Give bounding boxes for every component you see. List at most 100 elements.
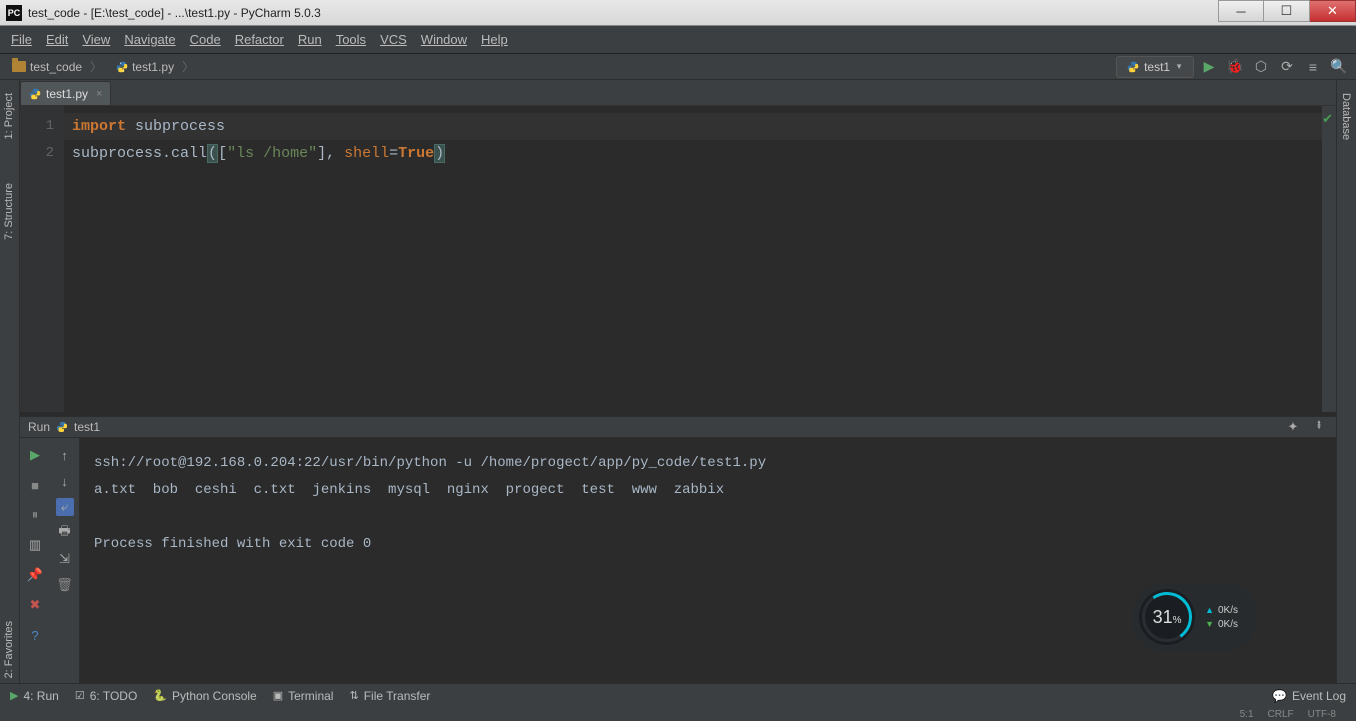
breadcrumb-sep-icon: 〉 (90, 58, 102, 75)
tool-tab-filetransfer[interactable]: ⇅File Transfer (349, 689, 430, 703)
close-tab-icon[interactable]: × (96, 88, 102, 100)
run-tool-title: Run (28, 420, 50, 434)
menu-edit[interactable]: Edit (39, 32, 75, 47)
layout-button[interactable]: ▥ (26, 536, 44, 554)
python-icon (116, 61, 128, 73)
stop-button[interactable]: ■ (26, 476, 44, 494)
sidebar-tab-database[interactable]: Database (1337, 85, 1355, 148)
menu-vcs[interactable]: VCS (373, 32, 414, 47)
run-action-column: ▶ ■ ⏸ ▥ 📌 ✖ ? (20, 438, 50, 691)
arrow-down-icon: ▼ (1205, 619, 1214, 629)
breadcrumb-file[interactable]: test1.py 〉 (110, 58, 200, 75)
editor-tab-test1[interactable]: test1.py × (20, 81, 111, 105)
minimize-button[interactable]: ─ (1218, 0, 1264, 22)
debug-button[interactable]: 🐞 (1224, 56, 1246, 78)
left-tool-strip: 1: Project 7: Structure 2: Favorites (0, 80, 20, 691)
cpu-dial: 31% (1139, 589, 1195, 645)
breadcrumb-project-label: test_code (30, 60, 82, 74)
status-pos[interactable]: 5:1 (1240, 709, 1254, 720)
editor-tabbar: test1.py × (0, 80, 1356, 106)
terminal-icon: ▣ (273, 689, 283, 702)
menu-window[interactable]: Window (414, 32, 474, 47)
gutter-line: 2 (20, 140, 54, 167)
sidebar-tab-favorites[interactable]: 2: Favorites (0, 613, 18, 686)
python-icon: 🐍 (153, 689, 167, 702)
run-config-label: test1 (1144, 60, 1170, 74)
console-output[interactable]: ssh://root@192.168.0.204:22/usr/bin/pyth… (80, 438, 1336, 691)
nav-toolbar: test_code 〉 test1.py 〉 test1 ▼ ▶ 🐞 ⬡ ⟳ ≡… (0, 54, 1356, 80)
menu-tools[interactable]: Tools (329, 32, 373, 47)
menu-code[interactable]: Code (183, 32, 228, 47)
pause-button[interactable]: ⏸ (26, 506, 44, 524)
console-line: Process finished with exit code 0 (94, 536, 371, 552)
update-button[interactable]: ⟳ (1276, 56, 1298, 78)
scroll-end-button[interactable]: ⇲ (56, 550, 74, 568)
menu-file[interactable]: File (4, 32, 39, 47)
editor-code[interactable]: import subprocess subprocess.call(["ls /… (64, 106, 1322, 412)
run-config-selector[interactable]: test1 ▼ (1116, 56, 1194, 78)
status-bar: 5:1 CRLF UTF-8 (0, 707, 1356, 721)
pin-button[interactable]: 📌 (26, 566, 44, 584)
tool-tab-terminal[interactable]: ▣Terminal (273, 689, 334, 703)
coverage-button[interactable]: ⬡ (1250, 56, 1272, 78)
transfer-icon: ⇅ (349, 689, 358, 702)
rerun-button[interactable]: ▶ (26, 446, 44, 464)
run-button[interactable]: ▶ (1198, 56, 1220, 78)
settings-icon[interactable]: ≡ (1302, 56, 1324, 78)
run-tool-config: test1 (74, 420, 100, 434)
run-tool-header: Run test1 ✦ ⭻ (20, 416, 1336, 438)
sidebar-tab-structure[interactable]: 7: Structure (0, 175, 18, 248)
up-stack-icon[interactable]: ↑ (56, 446, 74, 464)
breadcrumb: test_code 〉 test1.py 〉 (6, 58, 200, 75)
window-titlebar: PC test_code - [E:\test_code] - ...\test… (0, 0, 1356, 26)
event-log-label: Event Log (1292, 689, 1346, 703)
soft-wrap-button[interactable]: ⤶ (56, 498, 74, 516)
editor-gutter: 1 2 (20, 106, 64, 412)
main-menu: File Edit View Navigate Code Refactor Ru… (0, 26, 1356, 54)
menu-navigate[interactable]: Navigate (117, 32, 182, 47)
print-button[interactable]: 🖶 (56, 524, 74, 542)
dial-value: 31 (1153, 607, 1173, 627)
run-tool-window: ▶ ■ ⏸ ▥ 📌 ✖ ? ↑ ↓ ⤶ 🖶 ⇲ 🗑 ssh://root@192… (20, 438, 1336, 691)
menu-help[interactable]: Help (474, 32, 515, 47)
status-enc[interactable]: UTF-8 (1308, 709, 1336, 720)
search-icon[interactable]: 🔍 (1328, 56, 1350, 78)
dial-unit: % (1173, 615, 1182, 626)
run-hide-icon[interactable]: ⭻ (1310, 418, 1328, 436)
close-run-button[interactable]: ✖ (26, 596, 44, 614)
breadcrumb-project[interactable]: test_code 〉 (6, 58, 108, 75)
menu-run[interactable]: Run (291, 32, 329, 47)
breadcrumb-file-label: test1.py (132, 60, 174, 74)
menu-refactor[interactable]: Refactor (228, 32, 291, 47)
python-icon (56, 421, 68, 433)
event-log-icon: 💬 (1272, 689, 1287, 703)
window-buttons: ─ ☐ ✕ (1218, 0, 1356, 22)
close-button[interactable]: ✕ (1310, 0, 1356, 22)
tool-tab-pyconsole[interactable]: 🐍Python Console (153, 689, 256, 703)
down-stack-icon[interactable]: ↓ (56, 472, 74, 490)
clear-button[interactable]: 🗑 (56, 576, 74, 594)
editor: 1 2 import subprocess subprocess.call(["… (20, 106, 1336, 412)
help-button[interactable]: ? (26, 626, 44, 644)
event-log-button[interactable]: 💬 Event Log (1272, 689, 1346, 703)
sidebar-tab-project[interactable]: 1: Project (0, 85, 18, 147)
bottom-toolbar: ▶4: Run ☑6: TODO 🐍Python Console ▣Termin… (0, 683, 1356, 707)
right-tool-strip: Database (1336, 80, 1356, 691)
editor-scrollbar[interactable]: ✔ (1322, 106, 1336, 412)
dropdown-icon: ▼ (1175, 62, 1183, 71)
toolbar-right: test1 ▼ ▶ 🐞 ⬡ ⟳ ≡ 🔍 (1116, 56, 1350, 78)
tool-tab-todo[interactable]: ☑6: TODO (75, 689, 137, 703)
python-icon (29, 88, 41, 100)
console-line: a.txt bob ceshi c.txt jenkins mysql ngin… (94, 482, 724, 498)
status-crlf[interactable]: CRLF (1268, 709, 1294, 720)
menu-view[interactable]: View (75, 32, 117, 47)
tool-tab-run[interactable]: ▶4: Run (10, 689, 59, 703)
gutter-line: 1 (20, 113, 54, 140)
console-line: ssh://root@192.168.0.204:22/usr/bin/pyth… (94, 455, 766, 471)
folder-icon (12, 61, 26, 72)
inspection-ok-icon: ✔ (1322, 111, 1333, 127)
maximize-button[interactable]: ☐ (1264, 0, 1310, 22)
run-output-column: ↑ ↓ ⤶ 🖶 ⇲ 🗑 (50, 438, 80, 691)
network-widget: 31% ▲0K/s ▼0K/s (1133, 583, 1256, 651)
run-settings-icon[interactable]: ✦ (1284, 418, 1302, 436)
